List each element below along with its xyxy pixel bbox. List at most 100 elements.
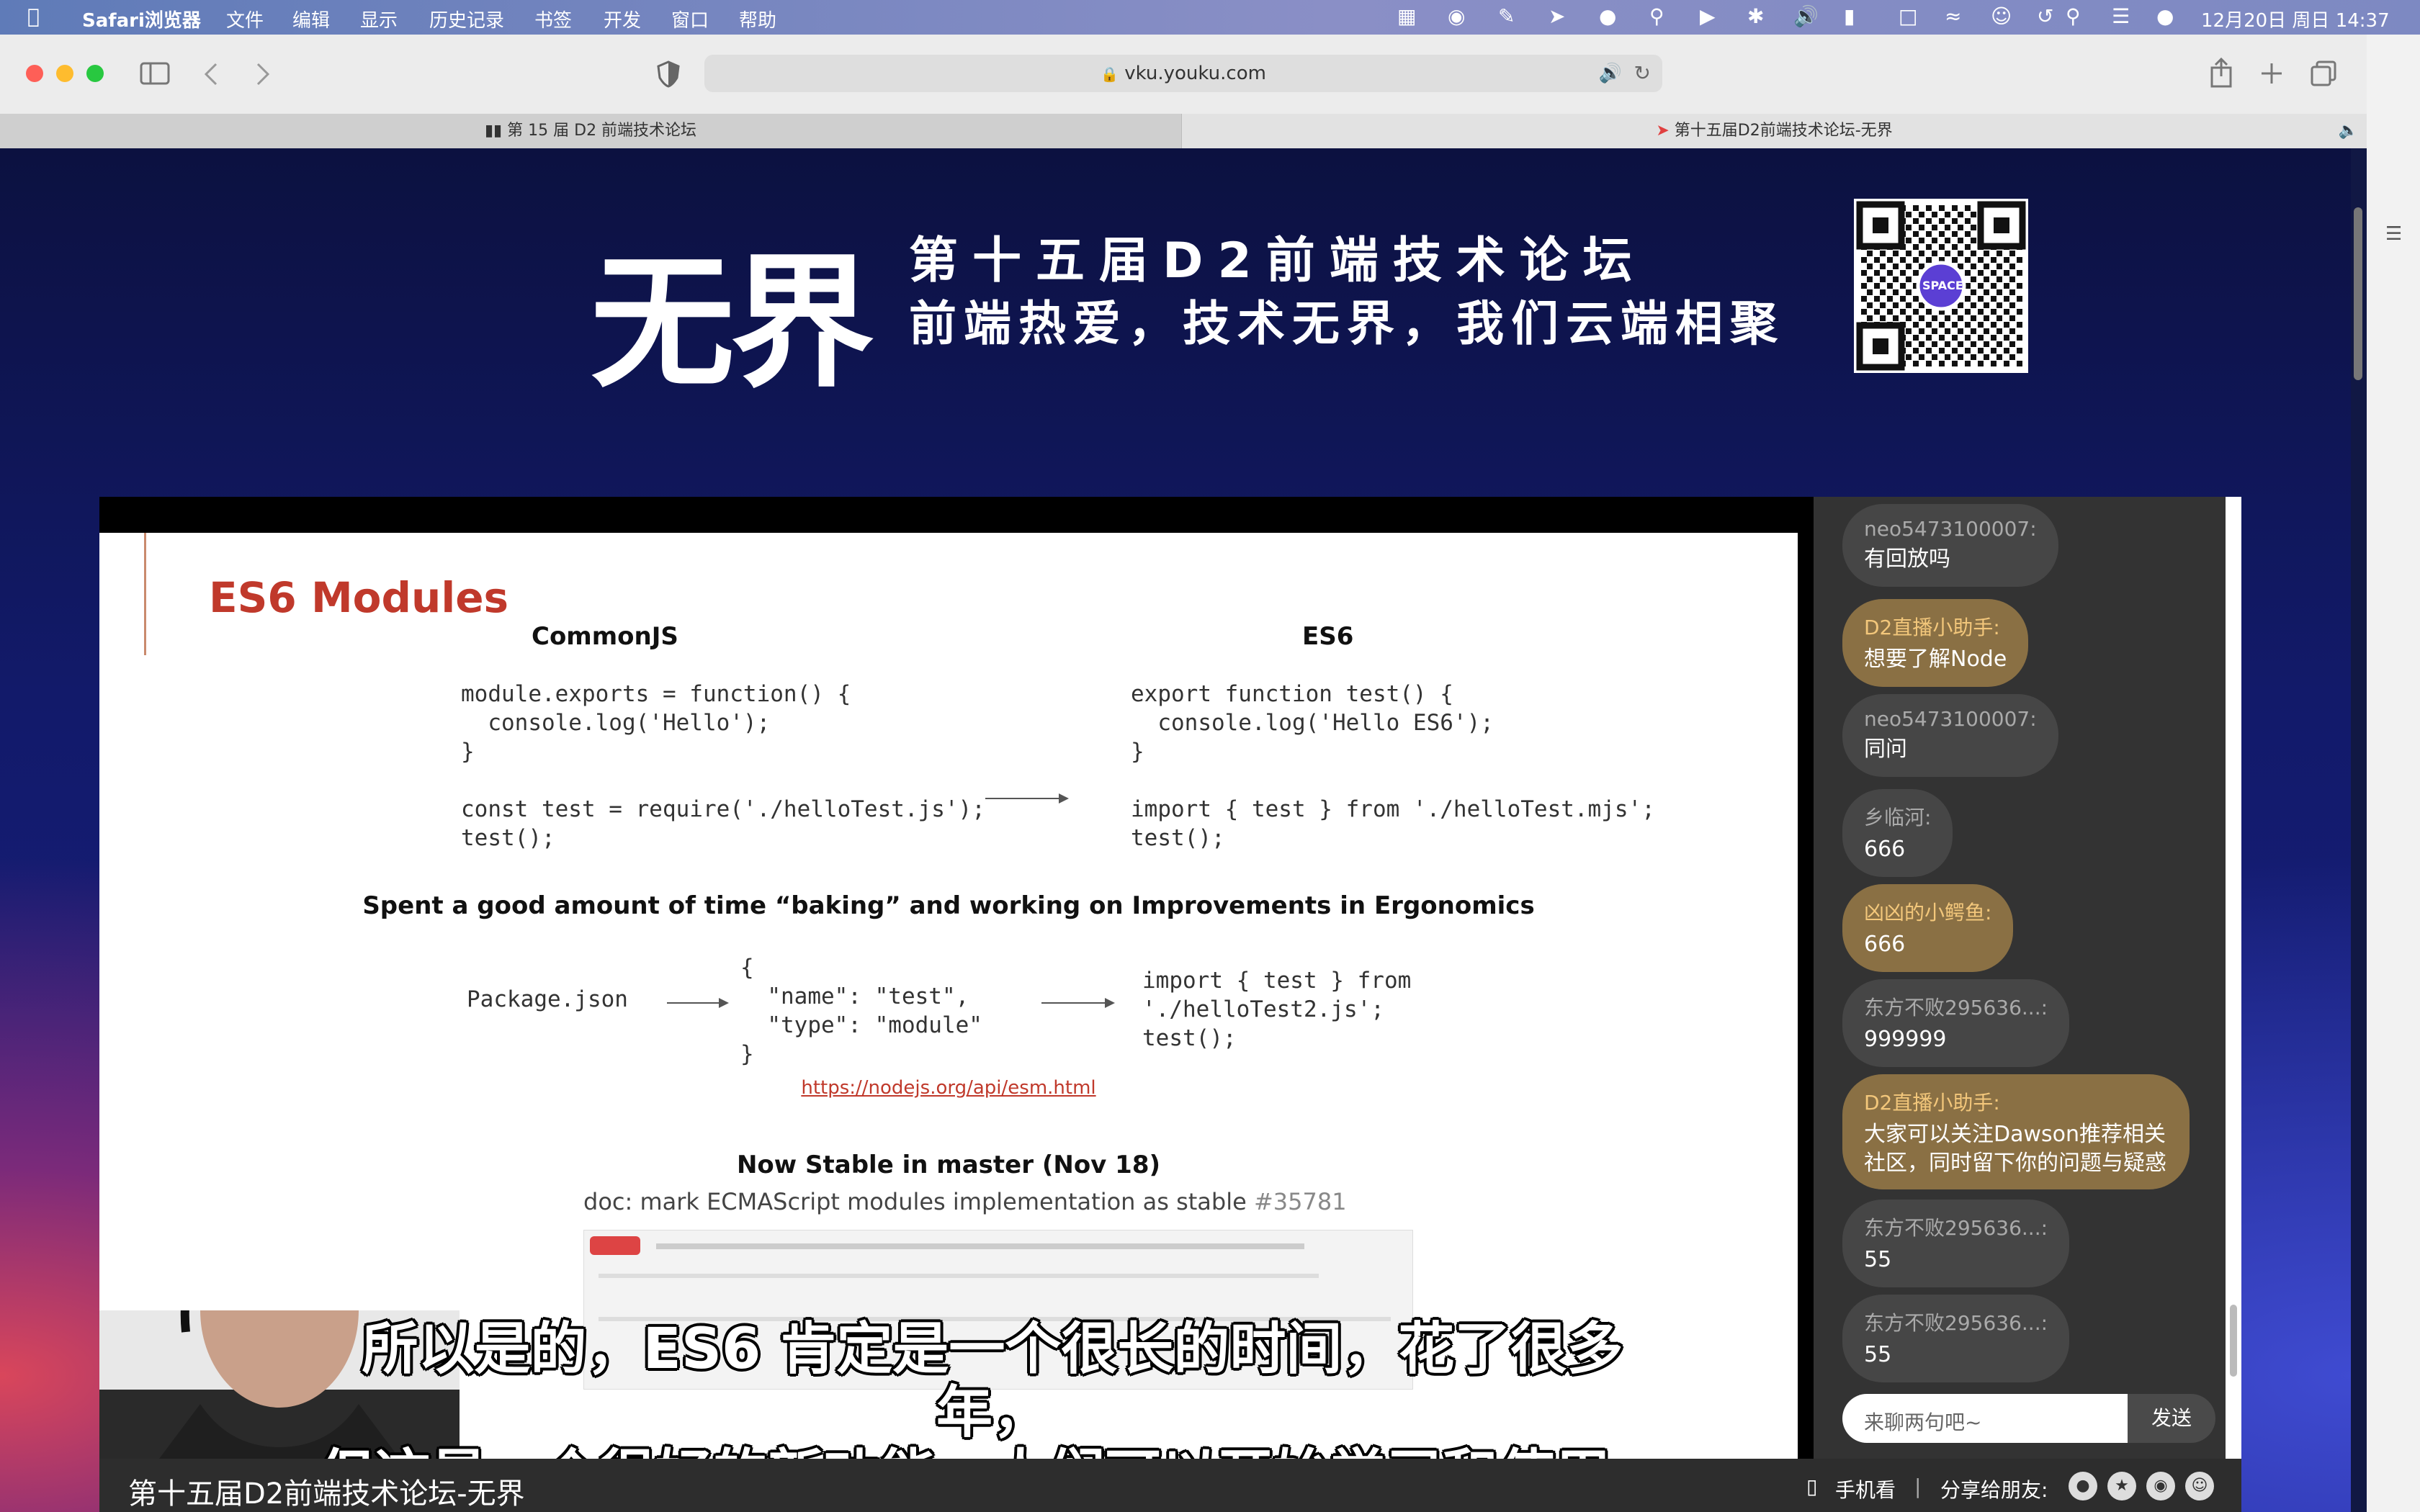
- siri-icon[interactable]: ●: [2156, 4, 2174, 28]
- user-icon[interactable]: ☺: [1991, 4, 2012, 28]
- es6-code: export function test() { console.log('He…: [1131, 681, 1655, 851]
- page-content: 无界 第十五届D2前端技术论坛 前端热爱，技术无界，我们云端相聚 SPACE E…: [0, 148, 2351, 1512]
- wifi-icon[interactable]: ≈: [1945, 4, 1961, 28]
- close-window-button[interactable]: [26, 65, 43, 82]
- menu-file[interactable]: 文件: [226, 6, 264, 32]
- browser-toolbar: 🔒 vku.youku.com 🔊 ↻: [0, 35, 2367, 114]
- status-circle-icon[interactable]: ◉: [1448, 4, 1465, 28]
- chat-username: 凶凶的小鳄鱼:: [1864, 901, 1992, 924]
- chat-text: 55: [1864, 1247, 1892, 1272]
- chat-username: 东方不败295636...:: [1864, 1311, 2048, 1335]
- video-player[interactable]: ES6 Modules CommonJS ES6 module.exports …: [99, 497, 1814, 1459]
- tab-overview-icon[interactable]: [2311, 60, 2336, 86]
- send-button[interactable]: 发送: [2128, 1394, 2215, 1443]
- time-machine-icon[interactable]: ↺: [2037, 4, 2053, 28]
- forward-icon[interactable]: [255, 62, 271, 86]
- pr-status-badge: [590, 1236, 640, 1255]
- chat-username: neo5473100007:: [1864, 517, 2037, 541]
- chat-username: 东方不败295636...:: [1864, 996, 2048, 1020]
- package-json-label: Package.json: [467, 986, 628, 1012]
- chat-text: 有回放吗: [1864, 546, 1950, 572]
- pr-placeholder-line: [656, 1243, 1304, 1249]
- qr-badge: SPACE: [1922, 279, 1963, 292]
- align-icon[interactable]: ☰: [2385, 223, 2402, 245]
- menu-window[interactable]: 窗口: [671, 6, 709, 32]
- chat-message: 东方不败295636...: 999999: [1842, 979, 2070, 1067]
- status-search-icon[interactable]: ⚲: [1649, 4, 1664, 28]
- watch-on-mobile-link[interactable]: 手机看: [1835, 1475, 1896, 1503]
- baking-statement: Spent a good amount of time “baking” and…: [362, 891, 1535, 920]
- privacy-shield-icon[interactable]: [657, 60, 680, 88]
- chat-username: 东方不败295636...:: [1864, 1216, 2048, 1240]
- tab-bar: ▮▮ 第 15 届 D2 前端技术论坛 ➤ 第十五届D2前端技术论坛-无界 🔈: [0, 114, 2367, 149]
- bluetooth-icon[interactable]: ✱: [1747, 4, 1764, 28]
- status-pen-icon[interactable]: ✎: [1498, 4, 1515, 28]
- wechat-icon[interactable]: ●: [1599, 4, 1616, 28]
- banner-logo: 无界: [591, 240, 874, 408]
- share-wechat-icon[interactable]: ●: [2069, 1472, 2097, 1500]
- url-text: vku.youku.com: [1124, 63, 1266, 84]
- address-bar[interactable]: 🔒 vku.youku.com 🔊 ↻: [704, 55, 1662, 92]
- tab-audio-icon[interactable]: 🔊: [1599, 55, 1622, 92]
- minimize-window-button[interactable]: [56, 65, 73, 82]
- tab-label: 第 15 届 D2 前端技术论坛: [507, 122, 697, 140]
- tab-speaker-icon[interactable]: 🔈: [2339, 114, 2358, 148]
- menu-edit[interactable]: 编辑: [292, 6, 330, 32]
- tab-youku-live[interactable]: ➤ 第十五届D2前端技术论坛-无界 🔈: [1182, 114, 2367, 148]
- video-title: 第十五届D2前端技术论坛-无界: [128, 1477, 525, 1511]
- esm-docs-link[interactable]: https://nodejs.org/api/esm.html: [99, 1077, 1798, 1099]
- reload-icon[interactable]: ↻: [1634, 55, 1651, 92]
- play-icon[interactable]: ▶: [1700, 4, 1716, 28]
- chat-message: 凶凶的小鳄鱼: 666: [1842, 884, 2014, 972]
- menu-app-name[interactable]: Safari浏览器: [82, 6, 201, 32]
- status-send-icon[interactable]: ➤: [1549, 4, 1565, 28]
- chat-message: 东方不败295636...: 55: [1842, 1200, 2070, 1287]
- back-icon[interactable]: [203, 62, 219, 86]
- battery-icon[interactable]: ▮: [1844, 4, 1855, 28]
- spotlight-search-icon[interactable]: ⚲: [2066, 4, 2081, 28]
- divider: |: [1914, 1475, 1922, 1498]
- share-qq-icon[interactable]: ☺: [2185, 1472, 2214, 1500]
- chat-message: D2直播小助手: 想要了解Node: [1842, 599, 2029, 687]
- share-icon[interactable]: [2210, 58, 2233, 88]
- status-app-icon[interactable]: ▦: [1397, 4, 1416, 28]
- arrow-commonjs-to-es6: [985, 793, 1069, 804]
- doc-line: doc: mark ECMAScript modules implementat…: [583, 1188, 1347, 1215]
- menu-clock[interactable]: 12月20日 周日 14:37: [2201, 6, 2390, 32]
- chat-username: D2直播小助手:: [1864, 1091, 2000, 1115]
- background-window: ☰: [2367, 35, 2420, 1512]
- new-tab-icon[interactable]: [2260, 62, 2283, 85]
- tab-favicon-icon: ➤: [1656, 122, 1670, 140]
- macos-menu-bar:  Safari浏览器 文件 编辑 显示 历史记录 书签 开发 窗口 帮助 ▦ …: [0, 0, 2420, 35]
- sidebar-icon[interactable]: [140, 62, 170, 85]
- apple-icon[interactable]: : [27, 4, 40, 28]
- chat-input[interactable]: 来聊两句吧~: [1842, 1394, 2128, 1443]
- volume-icon[interactable]: 🔊: [1793, 4, 1819, 28]
- chat-text: 55: [1864, 1342, 1892, 1367]
- chat-scrollbar[interactable]: [2230, 1305, 2237, 1377]
- menu-help[interactable]: 帮助: [739, 6, 776, 32]
- doc-text: doc: mark ECMAScript modules implementat…: [583, 1188, 1247, 1215]
- arrow-json-to-import: [1041, 998, 1115, 1008]
- share-qzone-icon[interactable]: ★: [2107, 1472, 2136, 1500]
- slide-accent-bar: [144, 533, 146, 655]
- chat-username: D2直播小助手:: [1864, 616, 2000, 639]
- control-center-icon[interactable]: ☰: [2112, 4, 2130, 28]
- menu-view[interactable]: 显示: [360, 6, 398, 32]
- stable-heading: Now Stable in master (Nov 18): [736, 1151, 1161, 1179]
- live-chat-panel: neo5473100007: 有回放吗 D2直播小助手: 想要了解Node ne…: [1814, 497, 2241, 1459]
- menu-develop[interactable]: 开发: [604, 6, 641, 32]
- tab-d2-forum[interactable]: ▮▮ 第 15 届 D2 前端技术论坛: [0, 114, 1182, 148]
- qr-code: SPACE: [1854, 199, 2028, 373]
- chat-text: 999999: [1864, 1027, 1947, 1052]
- chat-text: 想要了解Node: [1864, 647, 2007, 672]
- zoom-window-button[interactable]: [86, 65, 104, 82]
- menu-history[interactable]: 历史记录: [429, 6, 504, 32]
- input-method-icon[interactable]: □: [1899, 4, 1917, 28]
- menu-bookmarks[interactable]: 书签: [534, 6, 572, 32]
- chat-message: 乡临河: 666: [1842, 789, 1953, 877]
- share-weibo-icon[interactable]: ◉: [2146, 1472, 2175, 1500]
- page-scrollbar[interactable]: [2354, 207, 2362, 380]
- chat-text: 666: [1864, 837, 1906, 862]
- chat-message: D2直播小助手: 大家可以关注Dawson推荐相关社区，同时留下你的问题与疑惑: [1842, 1074, 2190, 1189]
